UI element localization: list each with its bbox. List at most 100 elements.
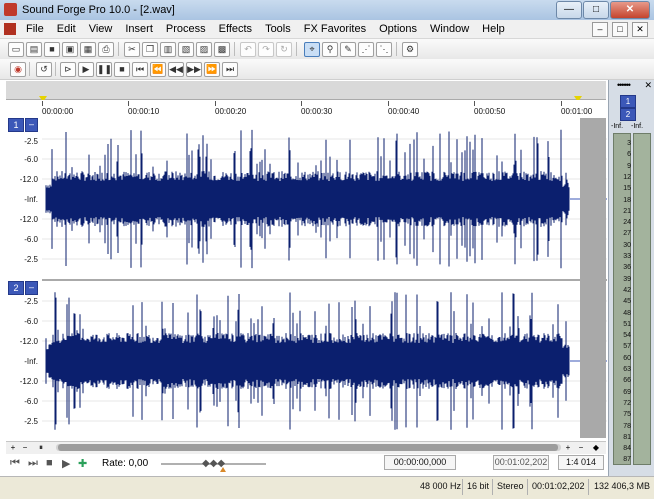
time-tick: 00:01:00: [561, 101, 593, 116]
menu-options[interactable]: Options: [379, 23, 417, 35]
magnify-tool-icon[interactable]: ⚲: [322, 42, 338, 57]
stop-icon[interactable]: ■: [114, 62, 130, 77]
print-icon[interactable]: ⎙: [98, 42, 114, 57]
bit-depth: 16 bit: [467, 481, 490, 491]
meter-close-icon[interactable]: ✕: [644, 80, 652, 91]
repeat-icon[interactable]: ↻: [276, 42, 292, 57]
stop-small-icon[interactable]: ■: [46, 457, 53, 469]
loop-icon[interactable]: ↺: [36, 62, 52, 77]
pause-icon[interactable]: ❚❚: [96, 62, 112, 77]
cursor-position-field[interactable]: 00:00:00,000: [384, 455, 456, 470]
meter-scale-label: 30: [623, 241, 631, 249]
menu-process[interactable]: Process: [166, 23, 206, 35]
waveform-display[interactable]: [42, 120, 607, 438]
doc-close-button[interactable]: ✕: [632, 22, 648, 37]
menu-help[interactable]: Help: [482, 23, 505, 35]
plugin-chainer-icon[interactable]: ⚙: [402, 42, 418, 57]
meter-scale-label: 72: [623, 399, 631, 407]
undo-icon[interactable]: ↶: [240, 42, 256, 57]
menu-view[interactable]: View: [89, 23, 113, 35]
meter-scale-label: 33: [623, 253, 631, 260]
go-to-start-icon[interactable]: ⏮: [132, 62, 148, 77]
go-to-start-small-icon[interactable]: ⏮: [10, 457, 20, 470]
transport-toolbar: ◉ ↺ ⊳ ▶ ❚❚ ■ ⏮ ⏪ ◀◀ ▶▶ ⏩ ⏭: [0, 59, 654, 80]
meter-channel-2[interactable]: 2: [620, 108, 636, 121]
minimize-button[interactable]: —: [556, 1, 582, 19]
channel-1-collapse-button[interactable]: –: [25, 118, 38, 132]
new-file-icon[interactable]: ▭: [8, 42, 24, 57]
meter-scale-label: 87: [623, 456, 631, 464]
db-label: -12.0: [19, 175, 38, 184]
trim-icon[interactable]: ▨: [196, 42, 212, 57]
edit-tool-icon[interactable]: ⌖: [304, 42, 320, 57]
db-label: -12.0: [19, 377, 38, 386]
menu-edit[interactable]: Edit: [57, 23, 76, 35]
meter-scale-label: 36: [623, 264, 631, 272]
cut-icon[interactable]: ✂: [124, 42, 140, 57]
save-all-icon[interactable]: ▣: [62, 42, 78, 57]
meter-scale-label: 54: [623, 332, 631, 340]
horizontal-scrollbar[interactable]: + − ⏸ + − ◆: [6, 441, 606, 454]
play-plus-icon[interactable]: ✚: [78, 457, 87, 470]
waveform-svg[interactable]: [42, 120, 607, 438]
menu-effects[interactable]: Effects: [219, 23, 252, 35]
menu-fx-favorites[interactable]: FX Favorites: [304, 23, 366, 35]
envelope-tool-icon[interactable]: ⋰: [358, 42, 374, 57]
scroll-thumb[interactable]: [58, 444, 558, 451]
doc-minimize-button[interactable]: –: [592, 22, 608, 37]
overview-bar[interactable]: [6, 81, 606, 100]
channel-2-collapse-button[interactable]: –: [25, 281, 38, 295]
zoom-ratio-field[interactable]: 1:4 014: [558, 455, 604, 470]
crop-icon[interactable]: ▩: [214, 42, 230, 57]
forward-fast-icon[interactable]: ▶▶: [186, 62, 202, 77]
menu-insert[interactable]: Insert: [125, 23, 153, 35]
channel-1-button[interactable]: 1: [8, 118, 24, 132]
zoom-out-icon[interactable]: −: [20, 443, 30, 453]
scroll-right-icon[interactable]: ◆: [591, 443, 601, 453]
menu-bar: File Edit View Insert Process Effects To…: [0, 20, 654, 39]
paste-icon[interactable]: ▥: [160, 42, 176, 57]
record-icon[interactable]: ◉: [10, 62, 26, 77]
selection-end-field[interactable]: 00:01:02,202: [493, 455, 549, 470]
db-label: -Inf.: [24, 195, 38, 204]
save-icon[interactable]: ■: [44, 42, 60, 57]
forward-icon[interactable]: ⏩: [204, 62, 220, 77]
mix-icon[interactable]: ▧: [178, 42, 194, 57]
scroll-zoom-out-icon[interactable]: −: [576, 443, 586, 453]
document-icon[interactable]: [4, 23, 16, 35]
event-tool-icon[interactable]: ⋱: [376, 42, 392, 57]
open-folder-icon[interactable]: ▤: [26, 42, 42, 57]
menu-file[interactable]: File: [26, 23, 44, 35]
pencil-tool-icon[interactable]: ✎: [340, 42, 356, 57]
go-to-end-small-icon[interactable]: ⏭: [28, 457, 38, 470]
copy-icon[interactable]: ❐: [142, 42, 158, 57]
play-small-icon[interactable]: ▶: [62, 457, 70, 470]
menu-tools[interactable]: Tools: [265, 23, 291, 35]
close-button[interactable]: ✕: [610, 1, 650, 19]
panel-grip[interactable]: ••••••: [617, 80, 631, 90]
meter-scale-label: 12: [623, 173, 631, 181]
scroll-left-icon[interactable]: ⏸: [36, 443, 46, 453]
zoom-in-icon[interactable]: +: [8, 443, 18, 453]
rewind-icon[interactable]: ⏪: [150, 62, 166, 77]
meter-scale-label: 3: [627, 140, 631, 147]
meter-channel-1[interactable]: 1: [620, 95, 636, 108]
app-icon: [4, 3, 17, 16]
time-ruler[interactable]: 00:00:00 00:00:10 00:00:20 00:00:30 00:0…: [6, 100, 606, 118]
scroll-zoom-in-icon[interactable]: +: [563, 443, 573, 453]
meter-scale-label: 18: [623, 196, 631, 204]
db-label: -6.0: [24, 397, 38, 406]
go-to-end-icon[interactable]: ⏭: [222, 62, 238, 77]
rewind-fast-icon[interactable]: ◀◀: [168, 62, 184, 77]
render-icon[interactable]: ▦: [80, 42, 96, 57]
maximize-button[interactable]: □: [583, 1, 609, 19]
meter-scale-label: 66: [623, 377, 631, 385]
meter-scale-label: 51: [623, 320, 631, 328]
play-all-icon[interactable]: ⊳: [60, 62, 76, 77]
doc-restore-button[interactable]: □: [612, 22, 628, 37]
play-icon[interactable]: ▶: [78, 62, 94, 77]
redo-icon[interactable]: ↷: [258, 42, 274, 57]
meter-scale-label: 84: [623, 445, 631, 453]
channel-2-button[interactable]: 2: [8, 281, 24, 295]
menu-window[interactable]: Window: [430, 23, 469, 35]
